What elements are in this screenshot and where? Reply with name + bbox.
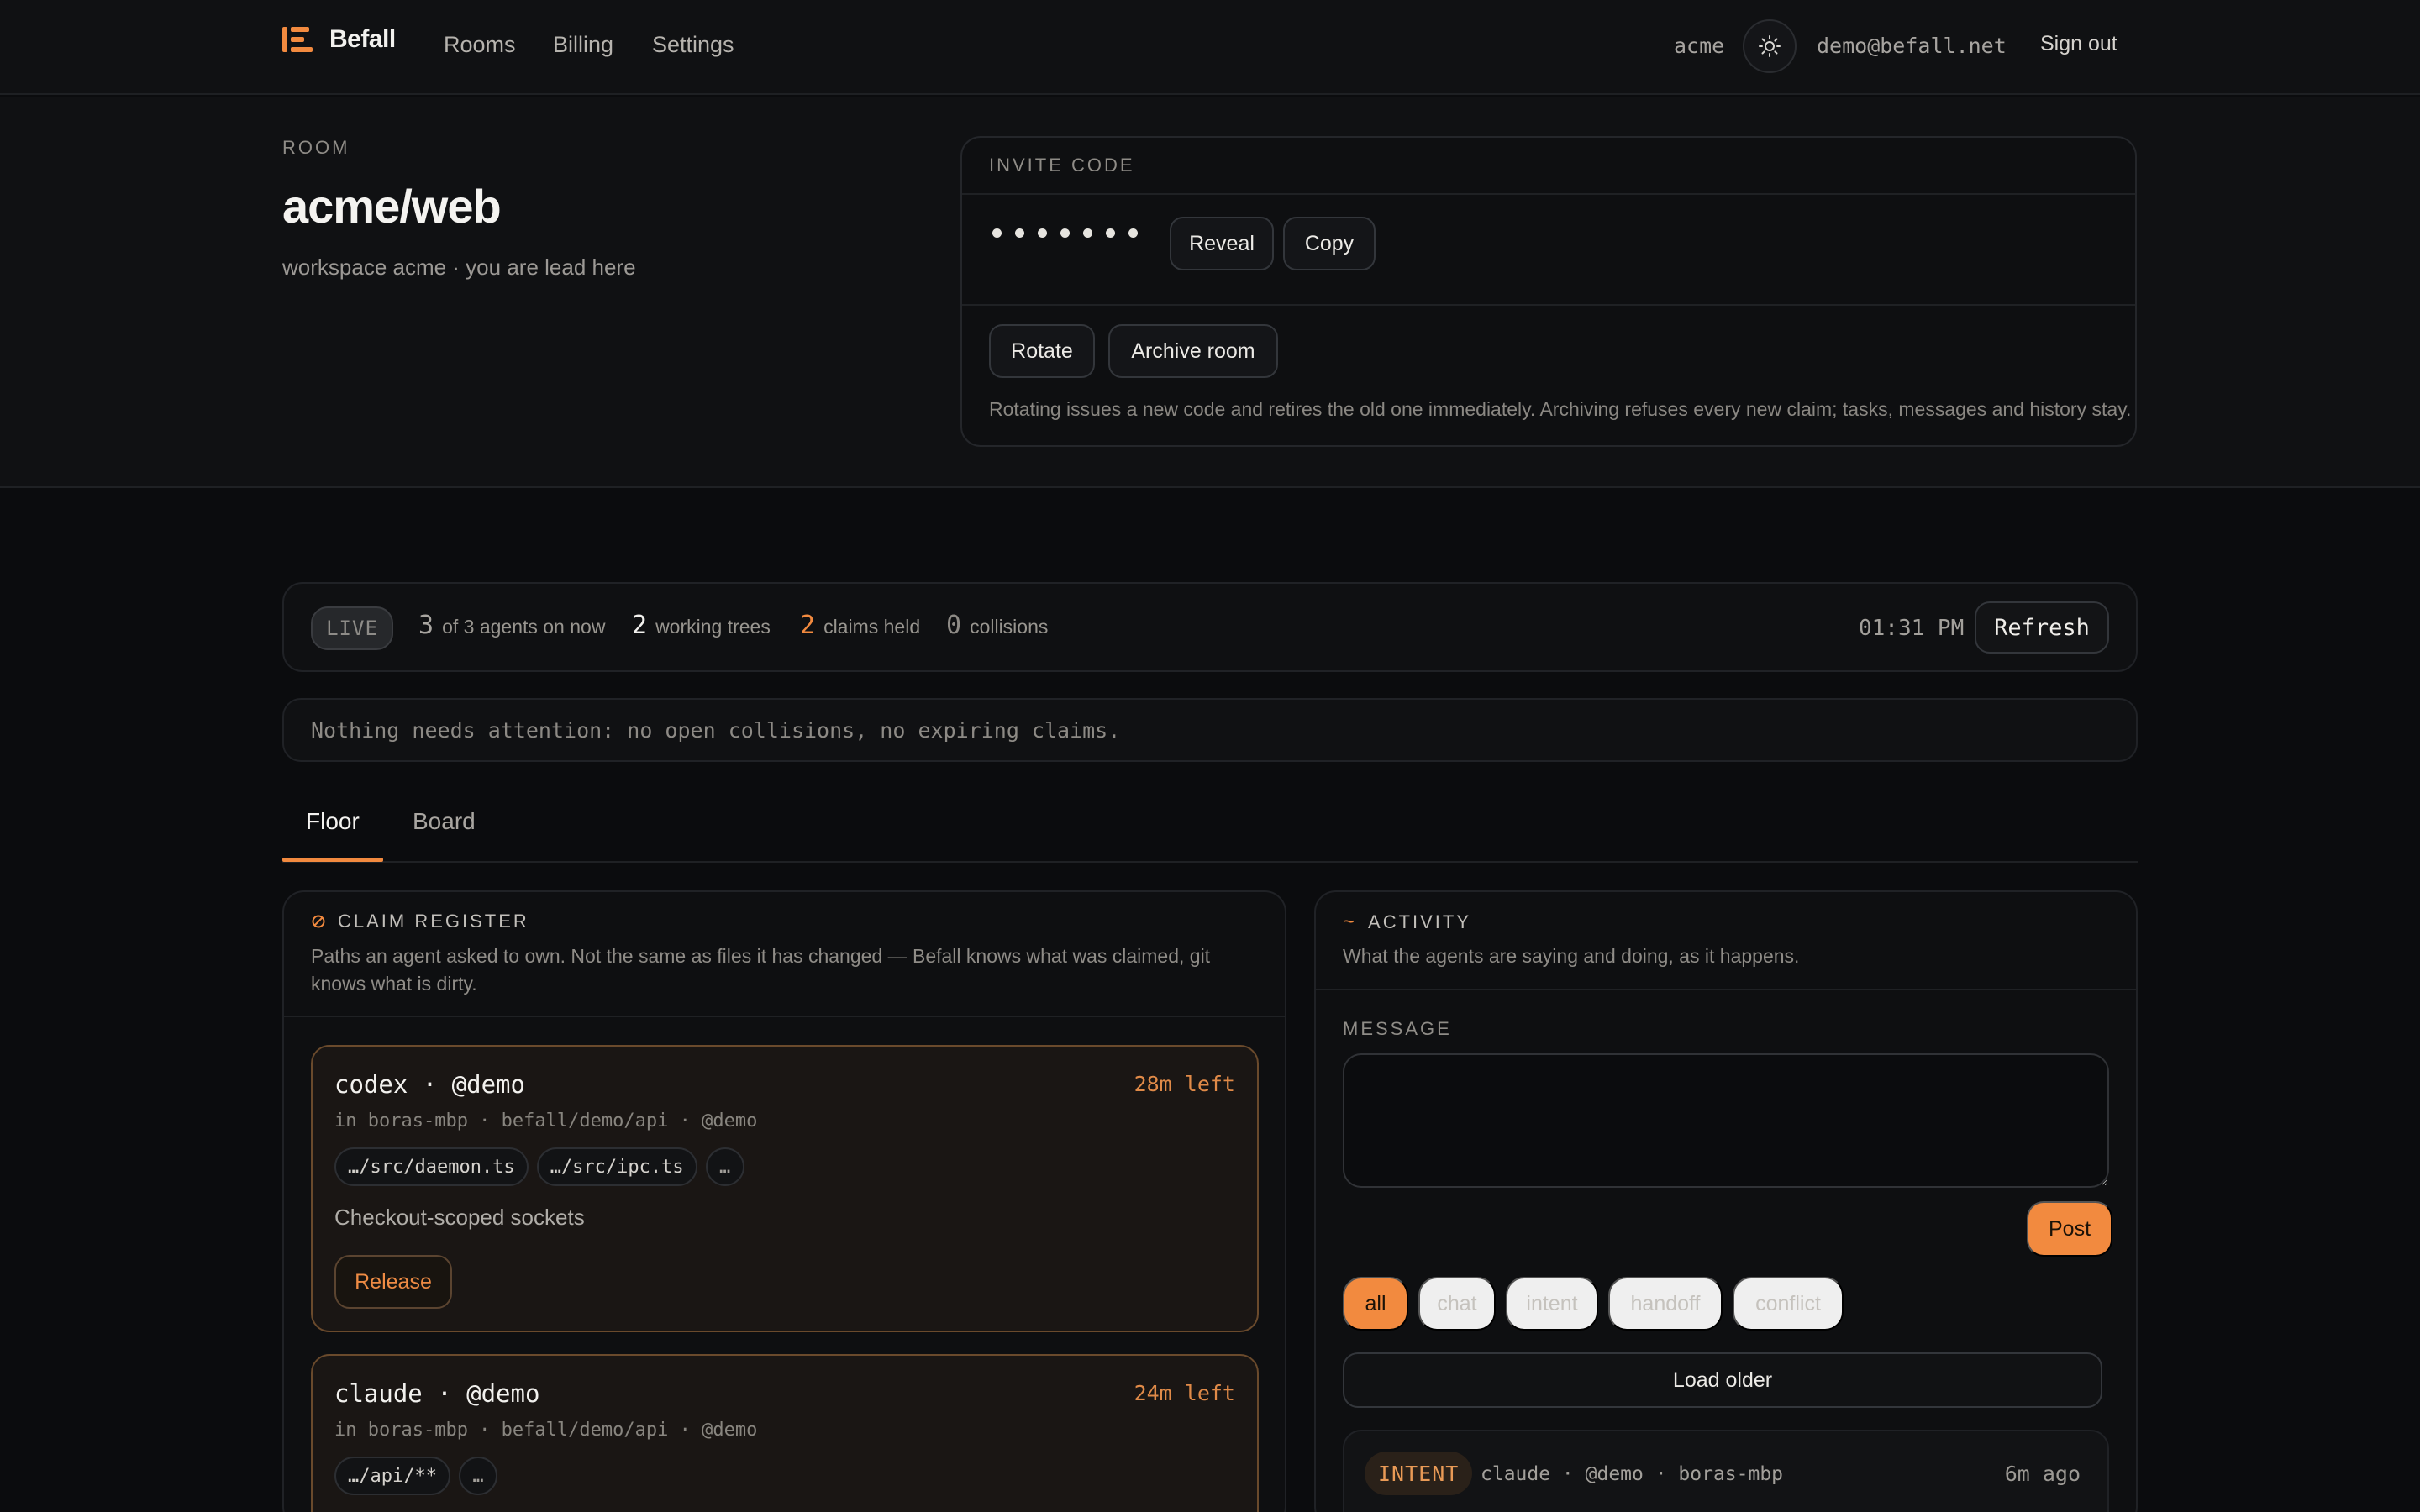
claim-path-chip: …/src/ipc.ts bbox=[536, 1147, 697, 1186]
load-older-button[interactable]: Load older bbox=[1343, 1352, 2102, 1408]
workspace-name: acme bbox=[1674, 34, 1725, 58]
post-button[interactable]: Post bbox=[2027, 1201, 2112, 1257]
theme-toggle-button[interactable] bbox=[1743, 19, 1797, 73]
claims-label: claims held bbox=[823, 616, 921, 638]
room-eyebrow: ROOM bbox=[282, 137, 350, 158]
invite-eyebrow: INVITE CODE bbox=[989, 155, 1135, 176]
claim-register-heading: CLAIM REGISTER bbox=[311, 911, 529, 932]
claim-meta: in boras-mbp · befall/demo/api · @demo bbox=[334, 1420, 758, 1441]
activity-heading: ~ ACTIVITY bbox=[1343, 911, 1471, 934]
claim-note: Checkout-scoped sockets bbox=[334, 1205, 585, 1230]
room-title: acme/web bbox=[282, 180, 502, 233]
claims-count: 2 bbox=[800, 611, 816, 640]
claim-path-chip: …/api/** bbox=[334, 1457, 450, 1495]
sun-icon bbox=[1759, 35, 1781, 57]
claim-owner: claude · @demo bbox=[334, 1379, 540, 1408]
invite-code-card: INVITE CODE Reveal Copy Rotate Archive r… bbox=[960, 136, 2137, 447]
trees-stat: 2 working trees bbox=[632, 611, 771, 640]
copy-button[interactable]: Copy bbox=[1283, 217, 1376, 270]
invite-note: Rotating issues a new code and retires t… bbox=[989, 398, 2132, 420]
claim-card: claude · @demo 24m left in boras-mbp · b… bbox=[311, 1354, 1259, 1512]
attention-banner: Nothing needs attention: no open collisi… bbox=[282, 698, 2138, 762]
collisions-label: collisions bbox=[970, 616, 1049, 638]
tab-floor[interactable]: Floor bbox=[306, 808, 360, 835]
top-navigation: Befall Rooms Billing Settings acme demo@… bbox=[0, 0, 2420, 95]
nav-link-rooms[interactable]: Rooms bbox=[444, 32, 516, 58]
event-author: claude · @demo · boras-mbp bbox=[1481, 1463, 1784, 1485]
tab-board[interactable]: Board bbox=[413, 808, 476, 835]
filter-chat[interactable]: chat bbox=[1418, 1277, 1496, 1331]
claim-path-chip: …/src/daemon.ts bbox=[334, 1147, 529, 1186]
claim-time-left: 28m left bbox=[1134, 1072, 1235, 1096]
collisions-count: 0 bbox=[946, 611, 962, 640]
activity-title: ACTIVITY bbox=[1368, 911, 1472, 932]
agents-stat: 3 of 3 agents on now bbox=[418, 611, 605, 640]
room-subtitle: workspace acme · you are lead here bbox=[282, 255, 636, 280]
claim-paths: …/src/daemon.ts …/src/ipc.ts … bbox=[334, 1147, 744, 1186]
claim-owner: codex · @demo bbox=[334, 1070, 525, 1099]
brand-name: Befall bbox=[329, 25, 396, 53]
claim-register-title: CLAIM REGISTER bbox=[338, 911, 529, 932]
more-paths-button[interactable]: … bbox=[705, 1147, 744, 1186]
claim-register-panel: CLAIM REGISTER Paths an agent asked to o… bbox=[282, 890, 1286, 1512]
agents-count: 3 bbox=[418, 611, 434, 640]
no-entry-icon bbox=[312, 915, 325, 928]
filter-intent[interactable]: intent bbox=[1506, 1277, 1598, 1331]
clock: 01:31 PM bbox=[1859, 616, 1965, 641]
activity-tilde-icon: ~ bbox=[1343, 911, 1355, 933]
activity-description: What the agents are saying and doing, as… bbox=[1343, 945, 1800, 967]
agents-label: of 3 agents on now bbox=[442, 616, 606, 638]
refresh-button[interactable]: Refresh bbox=[1975, 601, 2109, 654]
archive-room-button[interactable]: Archive room bbox=[1108, 324, 1278, 378]
active-tab-indicator bbox=[282, 858, 383, 862]
rotate-button[interactable]: Rotate bbox=[989, 324, 1095, 378]
claim-meta: in boras-mbp · befall/demo/api · @demo bbox=[334, 1110, 758, 1131]
collisions-stat: 0 collisions bbox=[946, 611, 1048, 640]
message-input[interactable] bbox=[1343, 1053, 2109, 1188]
event-time: 6m ago bbox=[2004, 1462, 2081, 1486]
event-type-badge: INTENT bbox=[1365, 1452, 1473, 1495]
filter-conflict[interactable]: conflict bbox=[1733, 1277, 1844, 1331]
filter-all[interactable]: all bbox=[1343, 1277, 1408, 1331]
activity-event: INTENT claude · @demo · boras-mbp 6m ago bbox=[1343, 1430, 2109, 1512]
claim-paths: …/api/** … bbox=[334, 1457, 497, 1495]
claim-time-left: 24m left bbox=[1134, 1381, 1235, 1405]
befall-logo-icon bbox=[282, 25, 313, 54]
release-button[interactable]: Release bbox=[334, 1255, 452, 1309]
trees-label: working trees bbox=[655, 616, 771, 638]
nav-link-settings[interactable]: Settings bbox=[652, 32, 734, 58]
more-paths-button[interactable]: … bbox=[458, 1457, 497, 1495]
message-label: MESSAGE bbox=[1343, 1018, 1452, 1039]
user-email: demo@befall.net bbox=[1817, 34, 2007, 58]
trees-count: 2 bbox=[632, 611, 648, 640]
claim-register-description: Paths an agent asked to own. Not the sam… bbox=[311, 945, 1211, 995]
filter-handoff[interactable]: handoff bbox=[1608, 1277, 1723, 1331]
live-status-bar: LIVE 3 of 3 agents on now 2 working tree… bbox=[282, 582, 2138, 672]
live-badge: LIVE bbox=[311, 606, 393, 650]
masked-invite-code bbox=[992, 228, 1138, 238]
attention-text: Nothing needs attention: no open collisi… bbox=[311, 718, 1121, 743]
reveal-button[interactable]: Reveal bbox=[1170, 217, 1274, 270]
tabs-divider bbox=[282, 861, 2138, 863]
nav-link-billing[interactable]: Billing bbox=[553, 32, 613, 58]
sign-out-link[interactable]: Sign out bbox=[2040, 32, 2118, 56]
brand[interactable]: Befall bbox=[282, 25, 396, 54]
claim-card: codex · @demo 28m left in boras-mbp · be… bbox=[311, 1045, 1259, 1332]
activity-panel: ~ ACTIVITY What the agents are saying an… bbox=[1314, 890, 2138, 1512]
claims-stat: 2 claims held bbox=[800, 611, 920, 640]
